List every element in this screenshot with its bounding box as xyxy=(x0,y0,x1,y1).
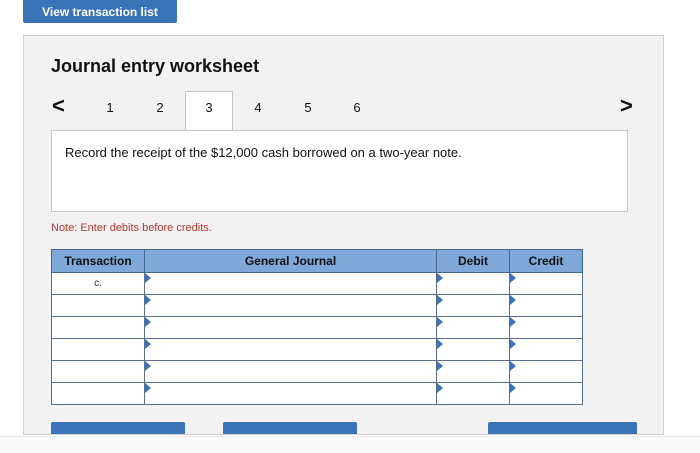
page-1-tab[interactable]: 1 xyxy=(98,100,122,115)
account-input[interactable] xyxy=(144,316,437,339)
page-footer xyxy=(0,436,700,453)
dropdown-marker-icon xyxy=(510,317,516,327)
page-6-tab[interactable]: 6 xyxy=(345,100,369,115)
general-journal-header: General Journal xyxy=(144,249,437,273)
dropdown-marker-icon xyxy=(437,317,443,327)
dropdown-marker-icon xyxy=(510,339,516,349)
prompt-box: Record the receipt of the $12,000 cash b… xyxy=(51,130,628,212)
credit-input[interactable] xyxy=(509,382,583,405)
debit-input[interactable] xyxy=(436,294,510,317)
transaction-cell xyxy=(51,360,145,383)
credit-input[interactable] xyxy=(509,360,583,383)
credit-input[interactable] xyxy=(509,272,583,295)
transaction-cell xyxy=(51,338,145,361)
dropdown-marker-icon xyxy=(437,361,443,371)
table-row xyxy=(51,360,583,383)
dropdown-marker-icon xyxy=(145,339,151,349)
account-input[interactable] xyxy=(144,272,437,295)
debit-input[interactable] xyxy=(436,382,510,405)
debit-input[interactable] xyxy=(436,272,510,295)
debits-note: Note: Enter debits before credits. xyxy=(51,222,212,234)
debit-input[interactable] xyxy=(436,360,510,383)
dropdown-marker-icon xyxy=(437,273,443,283)
next-page-icon[interactable]: > xyxy=(620,95,633,117)
credit-input[interactable] xyxy=(509,294,583,317)
table-row xyxy=(51,338,583,361)
transaction-cell xyxy=(51,294,145,317)
page-2-tab[interactable]: 2 xyxy=(148,100,172,115)
dropdown-marker-icon xyxy=(437,295,443,305)
transaction-cell xyxy=(51,382,145,405)
worksheet-pager: < 1 2 3 4 5 6 > xyxy=(24,91,663,131)
transaction-cell xyxy=(51,316,145,339)
dropdown-marker-icon xyxy=(145,295,151,305)
journal-table: Transaction General Journal Debit Credit… xyxy=(51,249,583,405)
credit-input[interactable] xyxy=(509,338,583,361)
account-input[interactable] xyxy=(144,360,437,383)
table-row xyxy=(51,382,583,405)
dropdown-marker-icon xyxy=(145,273,151,283)
journal-worksheet-panel: Journal entry worksheet < 1 2 3 4 5 6 > … xyxy=(23,35,664,435)
account-input[interactable] xyxy=(144,294,437,317)
account-input[interactable] xyxy=(144,382,437,405)
dropdown-marker-icon xyxy=(510,383,516,393)
dropdown-marker-icon xyxy=(510,361,516,371)
transaction-cell: c. xyxy=(51,272,145,295)
dropdown-marker-icon xyxy=(510,273,516,283)
credit-header: Credit xyxy=(509,249,583,273)
dropdown-marker-icon xyxy=(145,317,151,327)
table-row xyxy=(51,316,583,339)
worksheet-title: Journal entry worksheet xyxy=(51,56,260,76)
debit-input[interactable] xyxy=(436,338,510,361)
view-general-journal-button[interactable] xyxy=(488,422,637,434)
dropdown-marker-icon xyxy=(145,361,151,371)
debit-input[interactable] xyxy=(436,316,510,339)
credit-input[interactable] xyxy=(509,316,583,339)
page-4-tab[interactable]: 4 xyxy=(246,100,270,115)
previous-page-icon[interactable]: < xyxy=(52,95,65,117)
account-input[interactable] xyxy=(144,338,437,361)
dropdown-marker-icon xyxy=(437,383,443,393)
table-row xyxy=(51,294,583,317)
record-entry-button[interactable] xyxy=(51,422,185,434)
clear-entry-button[interactable] xyxy=(223,422,357,434)
transaction-header: Transaction xyxy=(51,249,145,273)
dropdown-marker-icon xyxy=(510,295,516,305)
view-transaction-list-button[interactable]: View transaction list xyxy=(23,0,177,23)
page-3-tab[interactable]: 3 xyxy=(185,91,233,131)
debit-header: Debit xyxy=(436,249,510,273)
dropdown-marker-icon xyxy=(437,339,443,349)
table-row: c. xyxy=(51,272,583,295)
prompt-text: Record the receipt of the $12,000 cash b… xyxy=(65,145,462,160)
dropdown-marker-icon xyxy=(145,383,151,393)
page-5-tab[interactable]: 5 xyxy=(296,100,320,115)
